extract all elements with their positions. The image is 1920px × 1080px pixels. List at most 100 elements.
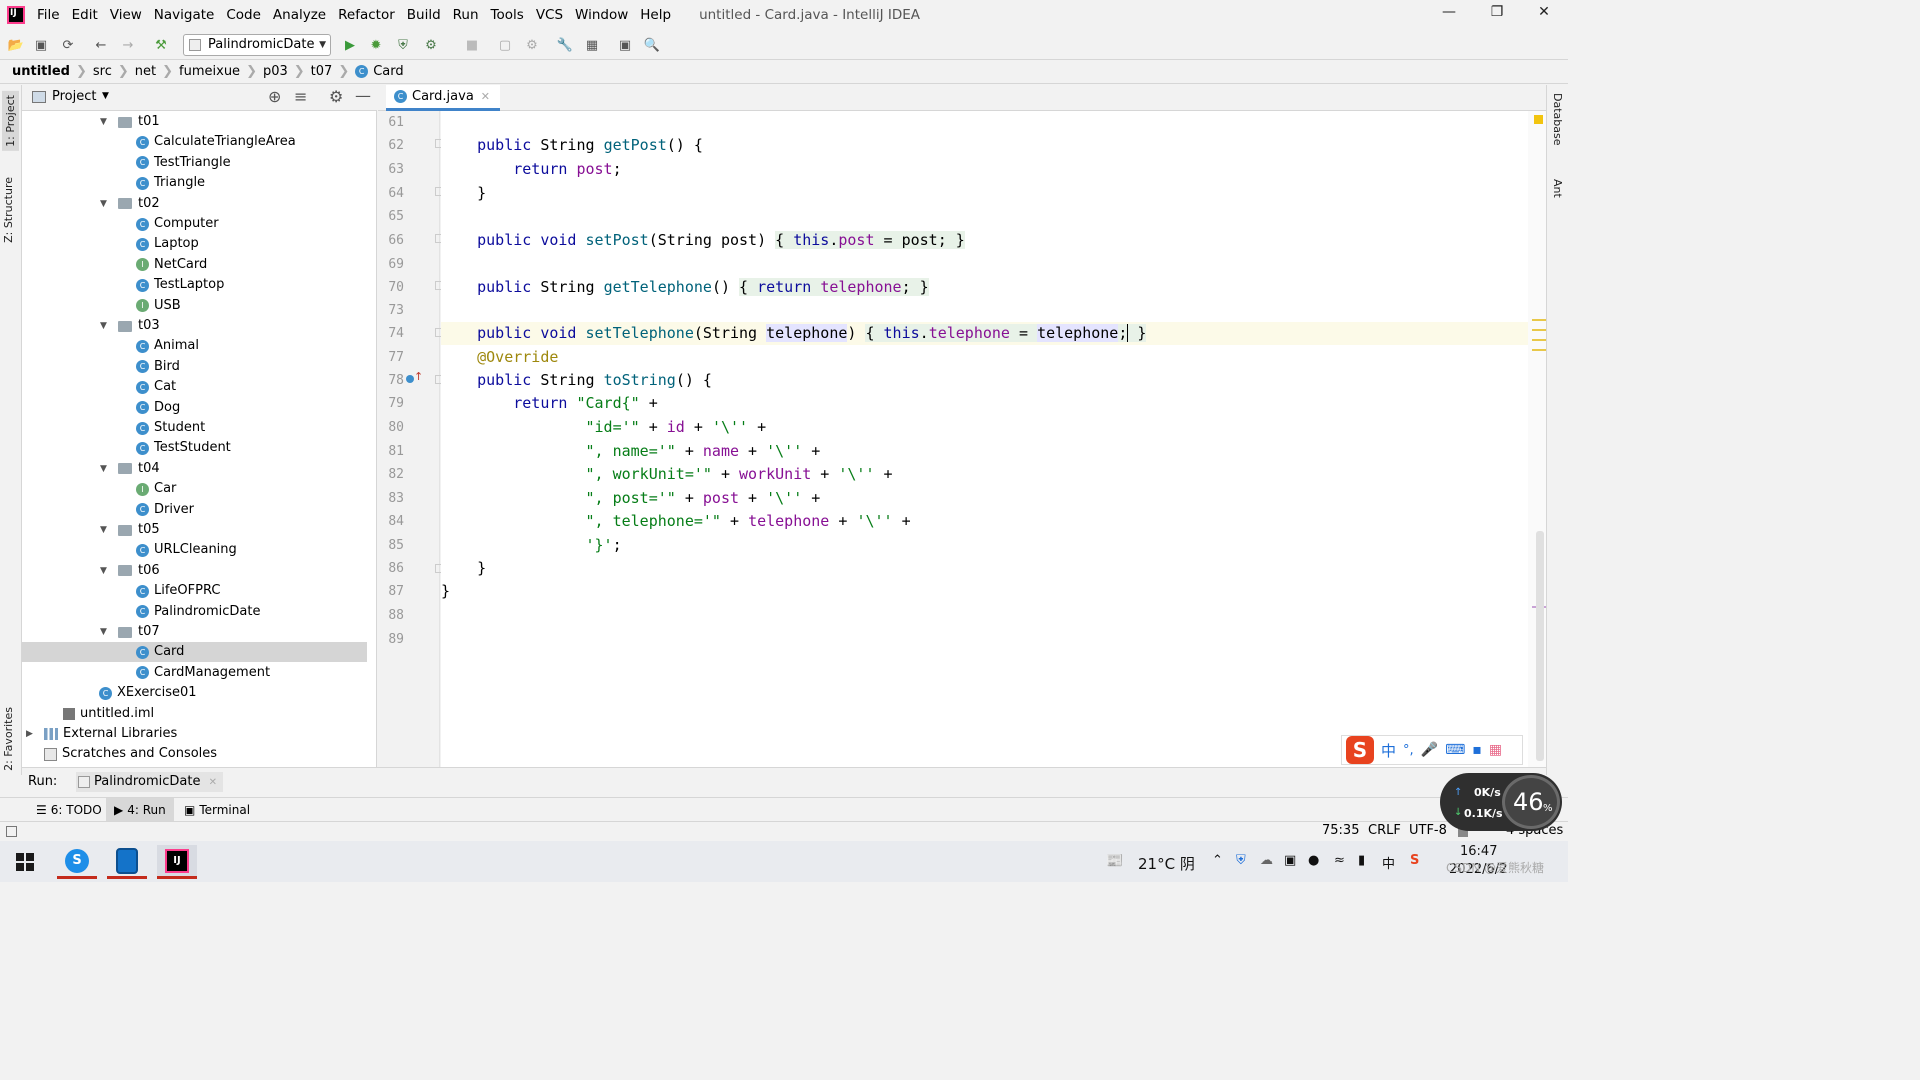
tree-folder-t03[interactable]: ▼ t03	[100, 316, 160, 336]
windows-start-icon[interactable]	[5, 845, 45, 879]
tree-item-TestLaptop[interactable]: C TestLaptop	[136, 275, 224, 295]
tree-item-Scratches and Consoles[interactable]: Scratches and Consoles	[26, 744, 217, 764]
chevron-down-icon[interactable]: ▼	[100, 316, 110, 336]
tree-folder-t02[interactable]: ▼ t02	[100, 194, 160, 214]
close-tab-icon[interactable]: ✕	[209, 777, 217, 788]
menu-help[interactable]: Help	[636, 7, 679, 23]
tree-item-TestStudent[interactable]: C TestStudent	[136, 438, 231, 458]
chevron-down-icon[interactable]: ▼	[100, 459, 110, 479]
highlight-mark[interactable]	[1532, 329, 1546, 331]
skin-shirt-icon[interactable]: ▪	[1472, 742, 1482, 758]
clock-time[interactable]: 16:47	[1460, 844, 1497, 859]
tree-item-Triangle[interactable]: C Triangle	[136, 173, 205, 193]
menu-analyze[interactable]: Analyze	[269, 7, 334, 23]
editor-scrollbar[interactable]	[1536, 531, 1544, 761]
input-method-indicator[interactable]: 中	[1382, 853, 1395, 872]
chevron-down-icon[interactable]: ▼	[100, 520, 110, 540]
save-icon[interactable]: ▣	[33, 37, 49, 53]
caret-position[interactable]: 75:35	[1322, 823, 1359, 838]
close-button[interactable]: ✕	[1521, 4, 1567, 20]
tree-item-CardManagement[interactable]: C CardManagement	[136, 663, 270, 683]
menu-file[interactable]: File	[33, 7, 68, 23]
ime-language-toggle[interactable]: 中	[1381, 740, 1396, 761]
battery-icon[interactable]: ▮	[1358, 853, 1365, 868]
forward-arrow-icon[interactable]: →	[120, 37, 136, 53]
toolbox-grid-icon[interactable]: ▦	[1489, 742, 1502, 758]
hide-panel-icon[interactable]: —	[355, 86, 371, 105]
up-arrow-icon[interactable]: ↑	[414, 370, 423, 383]
weather-text[interactable]: 21°C 阴	[1138, 853, 1195, 874]
monitor-icon[interactable]: ▣	[1284, 853, 1296, 868]
tree-item-LifeOFPRC[interactable]: C LifeOFPRC	[136, 581, 220, 601]
keyboard-icon[interactable]: ⌨	[1445, 742, 1465, 758]
attach-icon[interactable]: ▢	[497, 37, 513, 53]
chevron-down-icon[interactable]: ▼	[100, 561, 110, 581]
breadcrumb-project[interactable]: untitled	[12, 64, 70, 79]
stop-icon[interactable]: ■	[464, 37, 480, 53]
window-icon[interactable]: ▣	[617, 37, 633, 53]
menu-refactor[interactable]: Refactor	[334, 7, 403, 23]
sogou-browser-icon[interactable]: S	[57, 845, 97, 879]
tab-favorites[interactable]: 2: Favorites	[2, 707, 15, 771]
tab-terminal[interactable]: ▣ Terminal	[176, 798, 258, 822]
warning-indicator-icon[interactable]	[1534, 115, 1543, 124]
breadcrumb-card[interactable]: Card	[373, 64, 403, 79]
tree-item-Student[interactable]: C Student	[136, 418, 205, 438]
tab-structure[interactable]: Z: Structure	[2, 177, 15, 243]
minimize-button[interactable]: —	[1426, 4, 1472, 20]
highlight-mark[interactable]	[1532, 339, 1546, 341]
punctuation-icon[interactable]: °,	[1403, 743, 1414, 758]
breadcrumb-fumeixue[interactable]: fumeixue	[179, 64, 240, 79]
sync-icon[interactable]: ⟳	[60, 37, 76, 53]
wifi-icon[interactable]: ≈	[1334, 853, 1345, 868]
menu-window[interactable]: Window	[571, 7, 636, 23]
news-widget-icon[interactable]: 📰	[1106, 853, 1123, 869]
chevron-down-icon[interactable]: ▼	[100, 112, 110, 132]
menu-navigate[interactable]: Navigate	[150, 7, 223, 23]
menu-view[interactable]: View	[106, 7, 150, 23]
breadcrumb-src[interactable]: src	[93, 64, 112, 79]
tree-folder-t07[interactable]: ▼ t07	[100, 622, 160, 642]
shield-icon[interactable]: ⛨	[1236, 853, 1246, 868]
tree-item-USB[interactable]: I USB	[136, 296, 181, 316]
collapse-all-icon[interactable]: ≡	[294, 87, 307, 106]
error-stripe[interactable]	[1528, 111, 1546, 767]
tree-item-Car[interactable]: I Car	[136, 479, 176, 499]
project-view-select[interactable]: Project	[52, 89, 96, 104]
open-folder-icon[interactable]: 📂	[8, 37, 24, 53]
penguin-qq-icon[interactable]: ●	[1308, 853, 1319, 868]
build-hammer-icon[interactable]: ⚒	[153, 37, 169, 53]
tree-item-Computer[interactable]: C Computer	[136, 214, 219, 234]
code-editor[interactable]: public String getPost() { return post; }…	[441, 111, 1528, 767]
tree-item-untitled.iml[interactable]: untitled.iml	[63, 704, 154, 724]
tree-item-CalculateTriangleArea[interactable]: C CalculateTriangleArea	[136, 132, 296, 152]
tree-item-Card[interactable]: C Card	[22, 642, 367, 663]
tree-item-Dog[interactable]: C Dog	[136, 398, 180, 418]
menu-vcs[interactable]: VCS	[532, 7, 571, 23]
coverage-icon[interactable]: ⛨	[395, 37, 411, 53]
highlight-mark[interactable]	[1532, 319, 1546, 321]
breadcrumb-p03[interactable]: p03	[263, 64, 288, 79]
chevron-down-icon[interactable]: ▼	[100, 194, 110, 214]
search-icon[interactable]: 🔍	[644, 37, 660, 53]
tree-item-Cat[interactable]: C Cat	[136, 377, 176, 397]
locate-target-icon[interactable]: ⊕	[268, 87, 281, 106]
tree-item-Driver[interactable]: C Driver	[136, 500, 194, 520]
tab-project[interactable]: 1: Project	[2, 91, 19, 151]
restore-button[interactable]: ❐	[1474, 4, 1520, 20]
gear-icon[interactable]: ⚙	[329, 87, 343, 106]
menu-tools[interactable]: Tools	[487, 7, 532, 23]
tab-ant[interactable]: Ant	[1551, 179, 1564, 198]
tab-run[interactable]: ▶ 4: Run	[106, 798, 174, 822]
show-hidden-icons-icon[interactable]: ⌃	[1212, 853, 1223, 868]
tree-item-NetCard[interactable]: I NetCard	[136, 255, 207, 275]
close-tab-icon[interactable]: ✕	[481, 90, 490, 103]
override-marker-icon[interactable]	[406, 375, 414, 383]
tree-folder-t01[interactable]: ▼ t01	[100, 112, 160, 132]
tree-item-URLCleaning[interactable]: C URLCleaning	[136, 540, 237, 560]
chevron-down-icon[interactable]: ▼	[100, 622, 110, 642]
microphone-icon[interactable]: 🎤	[1421, 742, 1438, 758]
tree-item-PalindromicDate[interactable]: C PalindromicDate	[136, 602, 260, 622]
breadcrumb-net[interactable]: net	[135, 64, 156, 79]
menu-code[interactable]: Code	[222, 7, 269, 23]
